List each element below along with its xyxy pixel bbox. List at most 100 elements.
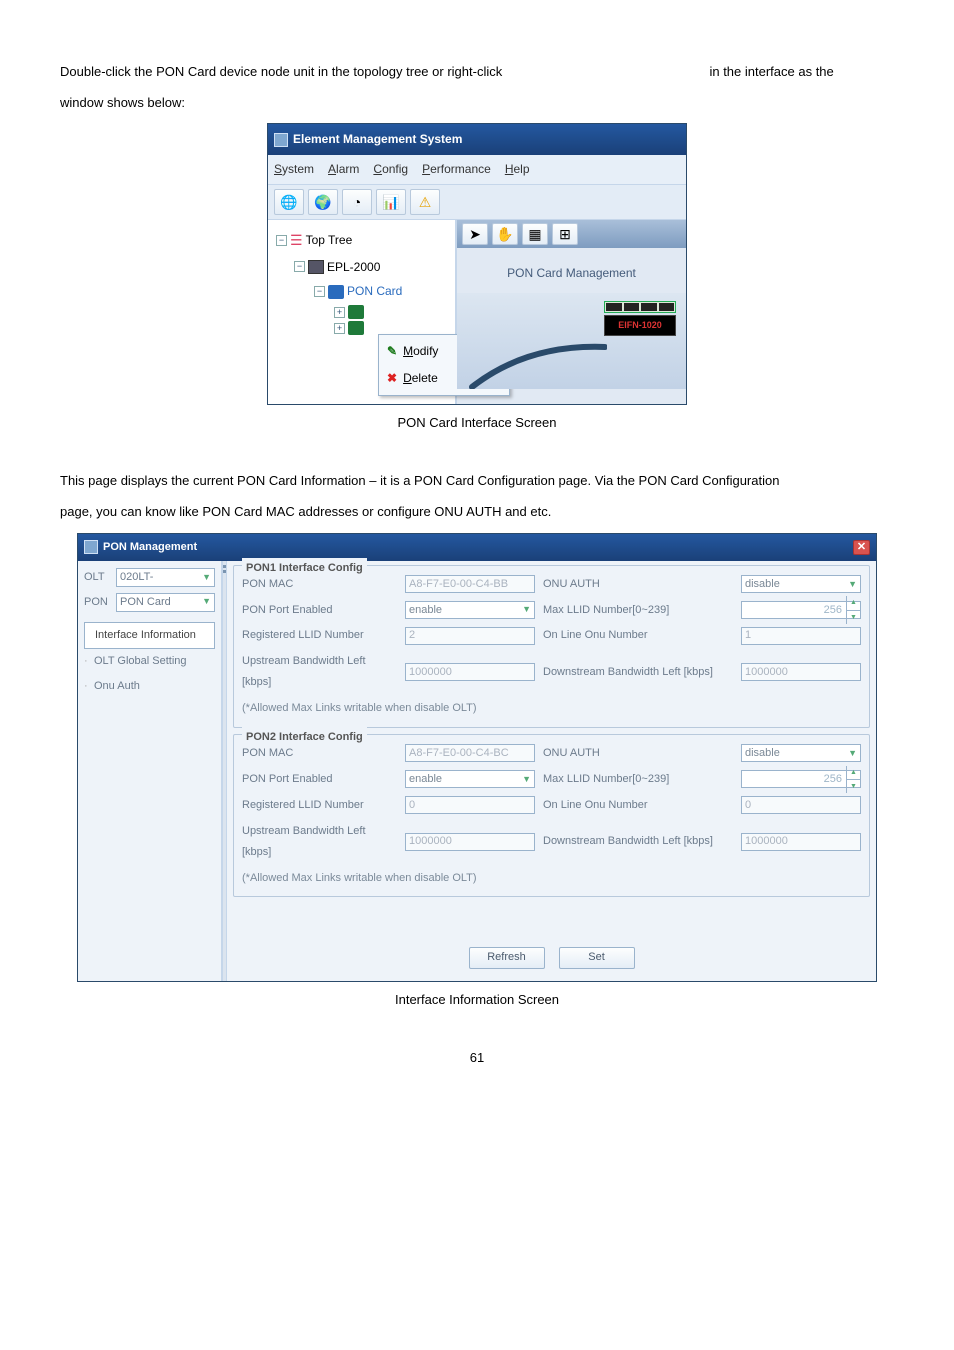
spin-up-icon[interactable]: ▲: [846, 596, 860, 610]
pon1-legend: PON1 Interface Config: [242, 558, 367, 579]
pon-sidebar: OLT 020LT- ▼ PON PON Card ▼ Interface In…: [78, 561, 222, 981]
spin-up-icon[interactable]: ▲: [846, 766, 860, 780]
olt-label: OLT: [84, 567, 112, 588]
pon1-onuauth-label: ONU AUTH: [543, 574, 733, 595]
set-button[interactable]: Set: [559, 947, 635, 969]
pon1-online-value: 1: [741, 627, 861, 645]
collapse-icon[interactable]: −: [276, 235, 287, 246]
chevron-down-icon: ▼: [848, 745, 857, 762]
node-icon: [348, 321, 364, 335]
pon1-port-label: PON Port Enabled: [242, 600, 397, 621]
intro-line2: window shows below:: [60, 91, 894, 116]
modify-icon: ✎: [387, 340, 397, 363]
pon1-group: PON1 Interface Config PON MAC A8-F7-E0-0…: [233, 565, 870, 728]
figure2-caption: Interface Information Screen: [60, 988, 894, 1013]
nav-olt-global[interactable]: OLT Global Setting: [84, 649, 215, 674]
close-icon: ✕: [857, 537, 866, 558]
pon1-upbw-value: 1000000: [405, 663, 535, 681]
ems-right-panel: ➤ ✋ ▦ ⊞ PON Card Management EIFN-1020: [456, 220, 686, 404]
expand-icon[interactable]: +: [334, 307, 345, 318]
pon2-group: PON2 Interface Config PON MAC A8-F7-E0-0…: [233, 734, 870, 897]
pon2-online-label: On Line Onu Number: [543, 795, 733, 816]
ports-icon[interactable]: ⊞: [552, 223, 578, 245]
pon-select[interactable]: PON Card ▼: [116, 593, 215, 612]
tree-poncard-label: PON Card: [347, 280, 402, 303]
chevron-down-icon: ▼: [848, 576, 857, 593]
hand-icon[interactable]: ✋: [492, 223, 518, 245]
close-button[interactable]: ✕: [853, 540, 870, 555]
section-para-l1: This page displays the current PON Card …: [60, 469, 894, 494]
device-label: EIFN-1020: [604, 315, 676, 336]
pon2-port-label: PON Port Enabled: [242, 769, 397, 790]
ctx-modify-label: Modify: [403, 340, 438, 363]
right-toolbar: ➤ ✋ ▦ ⊞: [457, 220, 686, 248]
toolbar-warning-icon[interactable]: ⚠: [410, 189, 440, 215]
device-graphic[interactable]: EIFN-1020: [604, 301, 676, 341]
expand-icon[interactable]: +: [334, 323, 345, 334]
tree-child1[interactable]: +: [272, 304, 451, 320]
olt-selector-row: OLT 020LT- ▼: [84, 567, 215, 588]
app-icon: [84, 540, 98, 554]
ems-toolbar: 🌐 🌍 ◔ 📊 ⚠: [268, 185, 686, 220]
chevron-down-icon: ▼: [202, 569, 211, 586]
toolbar-chart-icon[interactable]: 📊: [376, 189, 406, 215]
menu-performance[interactable]: Performance: [422, 158, 491, 181]
device-area: EIFN-1020: [457, 293, 686, 389]
spin-down-icon[interactable]: ▼: [846, 611, 860, 624]
pon-selector-row: PON PON Card ▼: [84, 592, 215, 613]
page-number: 61: [60, 1046, 894, 1071]
device-icon: [308, 260, 324, 274]
ems-titlebar: Element Management System: [268, 124, 686, 155]
tree-root-row[interactable]: − ☰ Top Tree: [272, 226, 451, 255]
toolbar-globe-icon[interactable]: 🌐: [274, 189, 304, 215]
intro-paragraph: Double-click the PON Card device node un…: [60, 60, 894, 85]
collapse-icon[interactable]: −: [294, 261, 305, 272]
toolbar-world-icon[interactable]: 🌍: [308, 189, 338, 215]
pon2-port-select[interactable]: enable▼: [405, 770, 535, 788]
ctx-delete-label: Delete: [403, 367, 438, 390]
nav-onu-auth[interactable]: Onu Auth: [84, 674, 215, 699]
toolbar-pie-icon[interactable]: ◔: [342, 189, 372, 215]
intro-line1-post: in the interface as the: [709, 64, 833, 79]
pon1-maxllid-input[interactable]: 256▲▼: [741, 601, 861, 619]
tree-poncard-row[interactable]: − PON Card: [272, 279, 451, 304]
device-ports-icon: [604, 301, 676, 313]
pon2-form: PON MAC A8-F7-E0-00-C4-BC ONU AUTH disab…: [242, 743, 861, 888]
olt-value: 020LT-: [120, 567, 153, 588]
ems-tree: − ☰ Top Tree − EPL-2000 − PON Card: [268, 220, 456, 404]
pon-title: PON Management: [103, 537, 197, 558]
pon2-onuauth-select[interactable]: disable▼: [741, 744, 861, 762]
pon1-port-select[interactable]: enable▼: [405, 601, 535, 619]
pon1-mac-value: A8-F7-E0-00-C4-BB: [405, 575, 535, 593]
olt-select[interactable]: 020LT- ▼: [116, 568, 215, 587]
pon-content: PON1 Interface Config PON MAC A8-F7-E0-0…: [227, 561, 876, 981]
menu-system[interactable]: System: [274, 158, 314, 181]
refresh-button[interactable]: Refresh: [469, 947, 545, 969]
ems-window: Element Management System System Alarm C…: [267, 123, 687, 404]
pointer-icon[interactable]: ➤: [462, 223, 488, 245]
delete-icon: ✖: [387, 367, 397, 390]
pon1-online-label: On Line Onu Number: [543, 625, 733, 646]
pon1-onuauth-select[interactable]: disable▼: [741, 575, 861, 593]
menu-help[interactable]: Help: [505, 158, 530, 181]
menu-alarm[interactable]: Alarm: [328, 158, 359, 181]
pon2-maxllid-input[interactable]: 256▲▼: [741, 770, 861, 788]
stack-icon[interactable]: ▦: [522, 223, 548, 245]
pon-value: PON Card: [120, 592, 171, 613]
ems-body: − ☰ Top Tree − EPL-2000 − PON Card: [268, 220, 686, 404]
pon-card-icon: [328, 285, 344, 299]
chevron-down-icon: ▼: [522, 771, 531, 788]
pon2-mac-value: A8-F7-E0-00-C4-BC: [405, 744, 535, 762]
pon-titlebar: PON Management ✕: [78, 534, 876, 561]
nav-interface-info[interactable]: Interface Information: [84, 622, 215, 649]
figure-pon: PON Management ✕ OLT 020LT- ▼ PON PON: [60, 533, 894, 982]
pon1-form: PON MAC A8-F7-E0-00-C4-BB ONU AUTH disab…: [242, 574, 861, 719]
pon1-maxllid-label: Max LLID Number[0~239]: [543, 600, 733, 621]
collapse-icon[interactable]: −: [314, 286, 325, 297]
tree-epl-row[interactable]: − EPL-2000: [272, 255, 451, 280]
menu-config[interactable]: Config: [373, 158, 408, 181]
pon2-legend: PON2 Interface Config: [242, 727, 367, 748]
tree-root-icon: ☰: [290, 227, 303, 254]
pon1-note: (*Allowed Max Links writable when disabl…: [242, 698, 861, 719]
spin-down-icon[interactable]: ▼: [846, 780, 860, 793]
